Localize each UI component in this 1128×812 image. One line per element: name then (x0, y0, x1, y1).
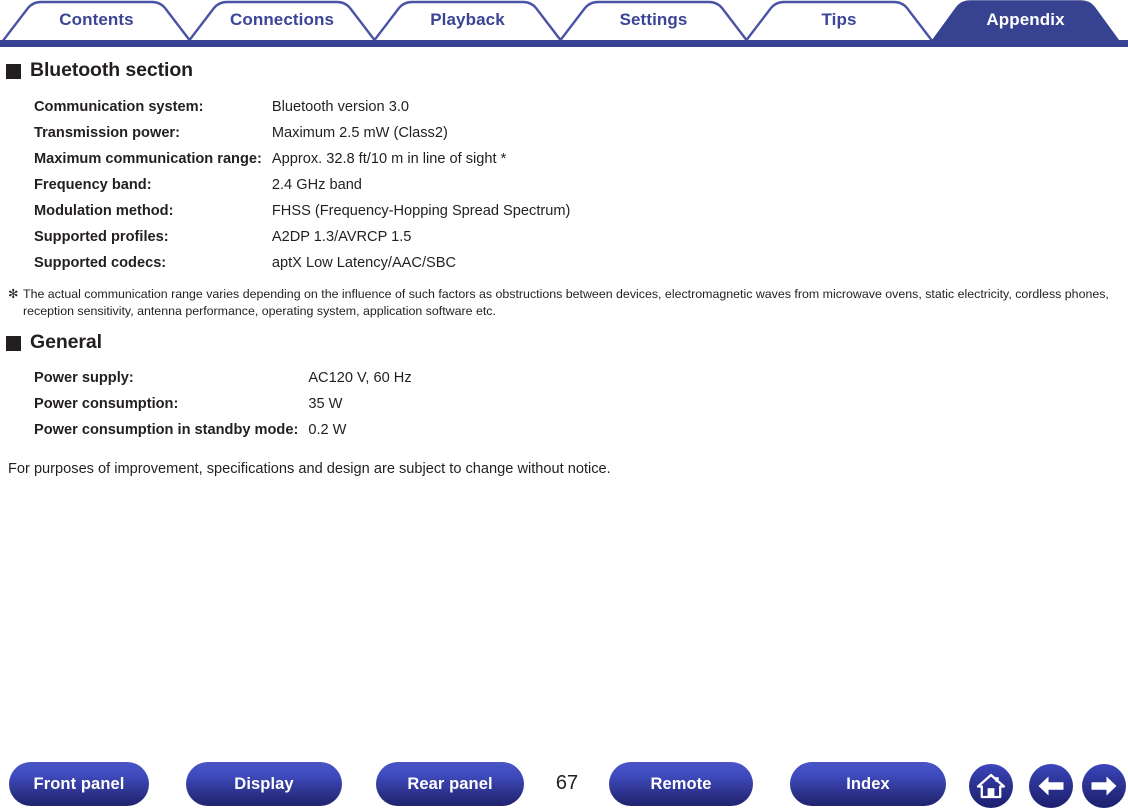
spec-table-bluetooth: Communication system: Bluetooth version … (0, 94, 570, 276)
table-row: Supported profiles: A2DP 1.3/AVRCP 1.5 (0, 224, 570, 250)
button-label: Front panel (33, 774, 125, 793)
button-label: Display (234, 774, 294, 793)
button-label: Index (846, 774, 890, 793)
spec-value: A2DP 1.3/AVRCP 1.5 (271, 229, 412, 245)
spec-value: Bluetooth version 3.0 (271, 99, 409, 115)
front-panel-button[interactable]: Front panel (9, 762, 149, 806)
back-button[interactable] (1029, 764, 1073, 808)
tab-tips[interactable]: Tips (745, 0, 933, 42)
spec-key: Maximum communication range: (34, 151, 262, 167)
footer-bar: Front panel Display Rear panel 67 Remote… (0, 762, 1128, 812)
tab-label: Tips (821, 9, 857, 29)
remote-button[interactable]: Remote (609, 762, 753, 806)
tab-settings[interactable]: Settings (559, 0, 748, 42)
table-row: Frequency band: 2.4 GHz band (0, 172, 570, 198)
table-row: Supported codecs: aptX Low Latency/AAC/S… (0, 250, 570, 276)
spec-value: FHSS (Frequency-Hopping Spread Spectrum) (271, 203, 571, 219)
spec-key: Supported codecs: (34, 255, 167, 271)
spec-key: Frequency band: (34, 177, 152, 193)
tab-label: Settings (619, 9, 688, 29)
index-button[interactable]: Index (790, 762, 946, 806)
tab-label: Connections (229, 9, 335, 29)
spec-key: Supported profiles: (34, 229, 169, 245)
page-content: Bluetooth section Communication system: … (0, 47, 1128, 479)
spec-key: Transmission power: (34, 125, 180, 141)
table-row: Power consumption: 35 W (0, 391, 412, 417)
spec-key: Power consumption in standby mode: (34, 422, 299, 438)
table-row: Modulation method: FHSS (Frequency-Hoppi… (0, 198, 570, 224)
section-header-general: General (0, 331, 1128, 354)
spec-value: aptX Low Latency/AAC/SBC (271, 255, 457, 271)
spec-value: 0.2 W (308, 422, 347, 438)
tab-label: Appendix (986, 9, 1065, 29)
spec-key: Modulation method: (34, 203, 174, 219)
tab-playback[interactable]: Playback (373, 0, 562, 42)
tab-bar: Contents Connections Playback Settings T… (0, 0, 1128, 47)
tab-label: Contents (59, 9, 134, 29)
back-arrow-icon (1038, 776, 1064, 796)
button-label: Remote (650, 774, 712, 793)
spec-value: 2.4 GHz band (271, 177, 362, 193)
tab-appendix[interactable]: Appendix (930, 0, 1121, 42)
spec-key: Power supply: (34, 370, 134, 386)
footnote-text: The actual communication range varies de… (23, 287, 1109, 318)
bullet-square-icon (6, 64, 21, 79)
table-row: Power supply: AC120 V, 60 Hz (0, 365, 412, 391)
spec-key: Power consumption: (34, 396, 179, 412)
spec-value: Approx. 32.8 ft/10 m in line of sight * (271, 151, 507, 167)
section-header-bluetooth: Bluetooth section (0, 59, 1128, 82)
asterisk-icon: ✻ (8, 287, 19, 301)
table-row: Communication system: Bluetooth version … (0, 94, 570, 120)
spec-table-general: Power supply: AC120 V, 60 Hz Power consu… (0, 365, 412, 443)
display-button[interactable]: Display (186, 762, 342, 806)
spec-value: AC120 V, 60 Hz (308, 370, 412, 386)
page-number: 67 (555, 772, 579, 794)
spec-key: Communication system: (34, 99, 204, 115)
section-title: General (30, 331, 102, 353)
tab-label: Playback (430, 9, 505, 29)
table-row: Transmission power: Maximum 2.5 mW (Clas… (0, 120, 570, 146)
closing-note: For purposes of improvement, specificati… (8, 461, 611, 477)
forward-arrow-icon (1091, 776, 1117, 796)
spec-value: 35 W (308, 396, 343, 412)
section-title: Bluetooth section (30, 59, 193, 81)
button-label: Rear panel (407, 774, 493, 793)
tab-contents[interactable]: Contents (2, 0, 191, 42)
rear-panel-button[interactable]: Rear panel (376, 762, 524, 806)
home-button[interactable] (969, 764, 1013, 808)
tab-connections[interactable]: Connections (188, 0, 376, 42)
spec-value: Maximum 2.5 mW (Class2) (271, 125, 448, 141)
table-row: Maximum communication range: Approx. 32.… (0, 146, 570, 172)
forward-button[interactable] (1082, 764, 1126, 808)
bullet-square-icon (6, 336, 21, 351)
home-icon (976, 773, 1006, 799)
table-row: Power consumption in standby mode: 0.2 W (0, 417, 412, 443)
footnote: ✻ The actual communication range varies … (0, 286, 1120, 319)
